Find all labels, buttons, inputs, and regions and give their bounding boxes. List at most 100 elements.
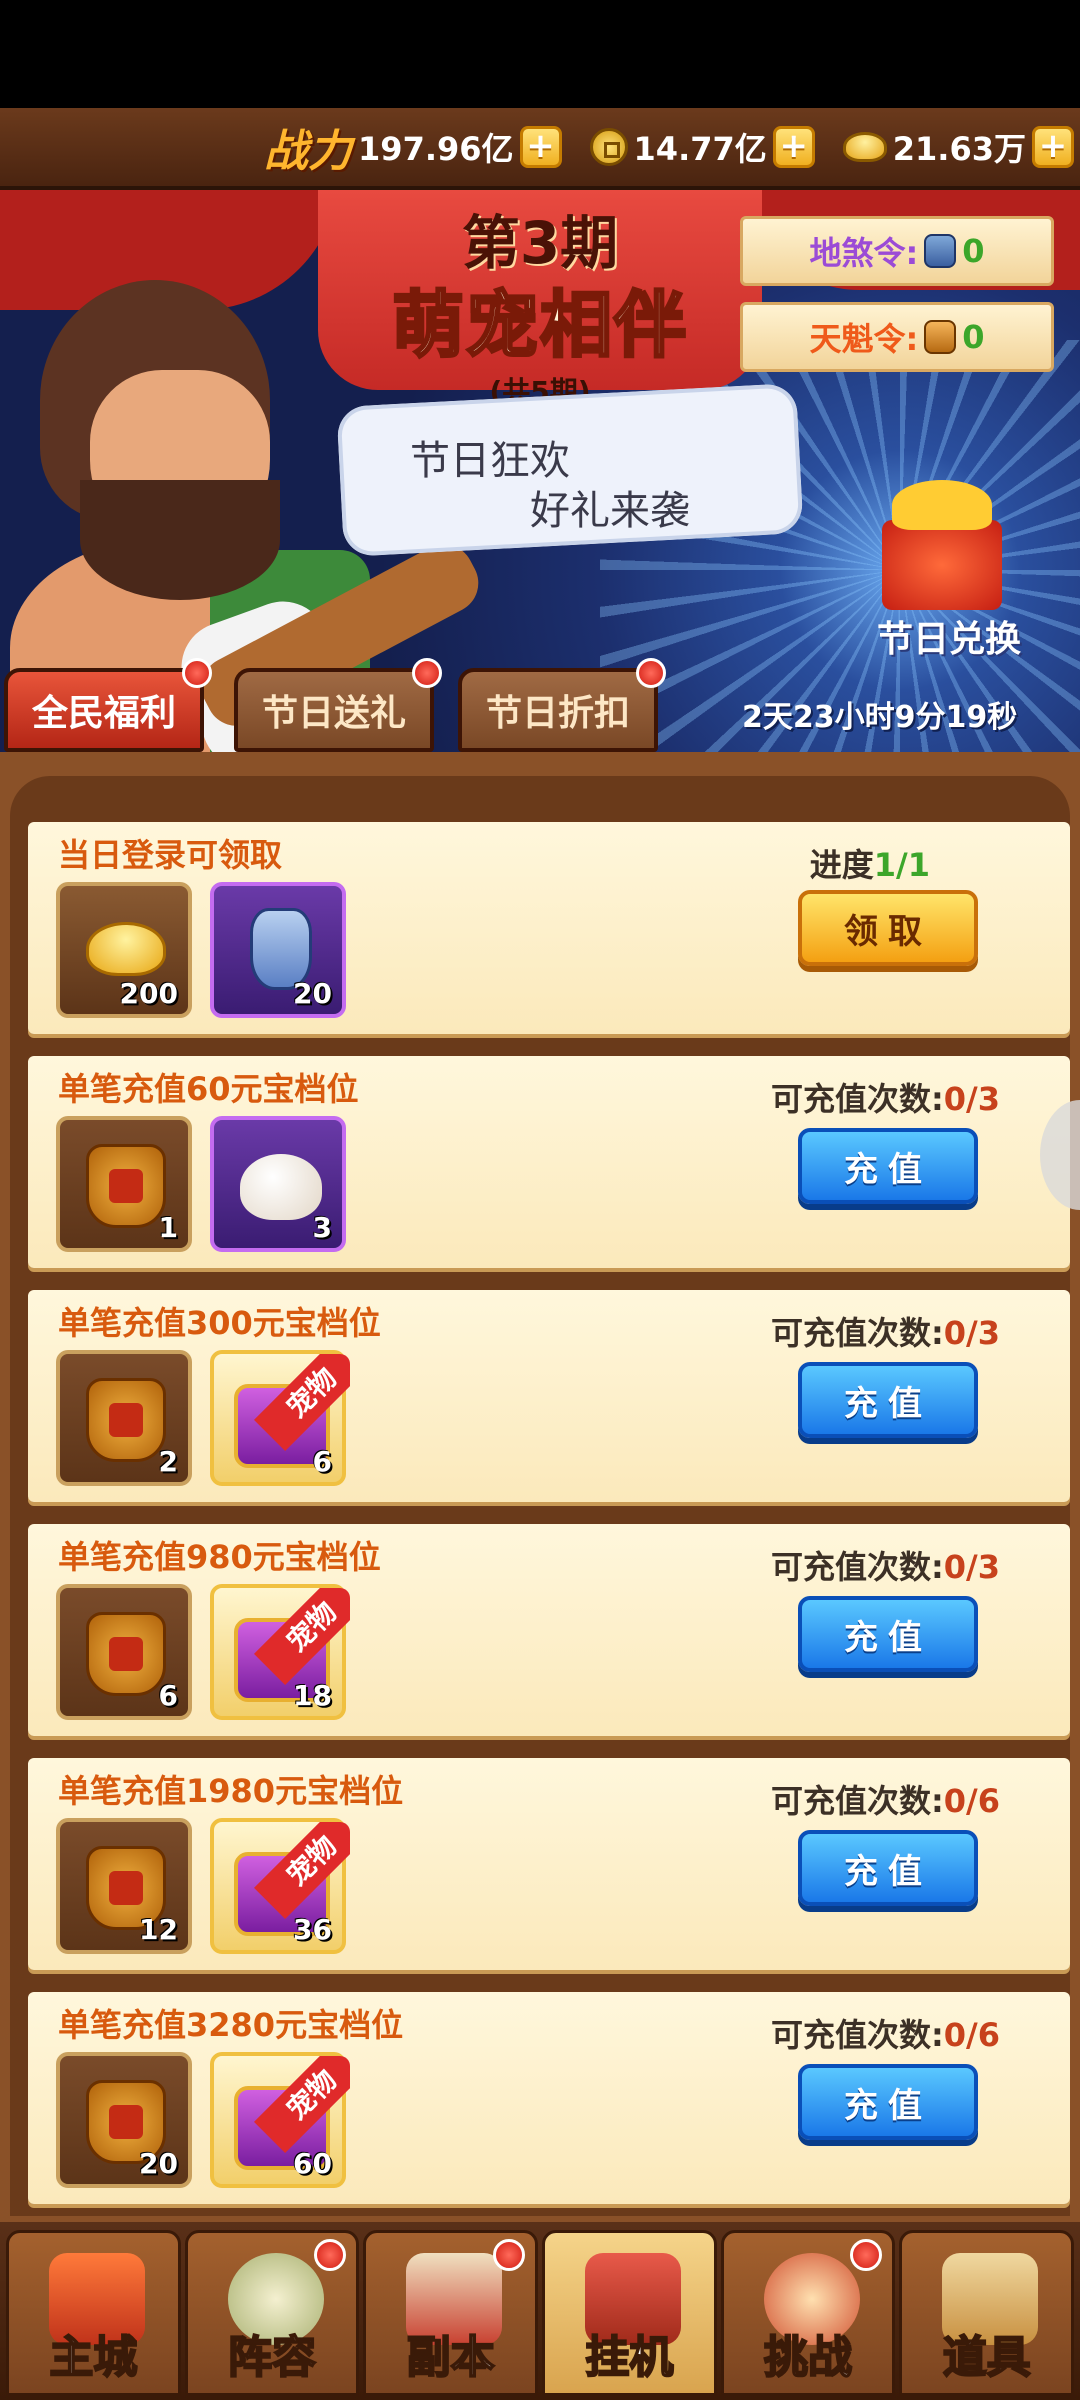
reward-item[interactable]: 12 bbox=[56, 1818, 192, 1954]
nav-lineup[interactable]: 阵容 bbox=[184, 2230, 360, 2396]
gift-box-icon[interactable] bbox=[872, 480, 1012, 610]
reward-card: 单笔充值60元宝档位 可充值次数:0/3 1 3 充值 bbox=[28, 1056, 1070, 1268]
reward-panel: 当日登录可领取 进度1/1 200 20 领取 单笔充值60元宝档位 可充值次数… bbox=[0, 752, 1080, 2222]
reward-item[interactable]: 宠物 18 bbox=[210, 1584, 350, 1720]
reward-item[interactable]: 宠物 60 bbox=[210, 2052, 350, 2188]
bottom-nav: 主城 阵容 副本 挂机 挑战 道具 bbox=[0, 2222, 1080, 2400]
power-plus-button[interactable]: + bbox=[519, 126, 562, 168]
item-count: 36 bbox=[293, 1913, 332, 1946]
reward-list[interactable]: 当日登录可领取 进度1/1 200 20 领取 单笔充值60元宝档位 可充值次数… bbox=[10, 776, 1070, 2216]
notification-dot bbox=[636, 658, 666, 688]
claim-button[interactable]: 领取 bbox=[798, 890, 978, 966]
power-value: 197.96亿 bbox=[358, 130, 514, 168]
recharge-button[interactable]: 充值 bbox=[798, 2064, 978, 2140]
recharge-button[interactable]: 充值 bbox=[798, 1830, 978, 1906]
coin-plus-button[interactable]: + bbox=[772, 126, 815, 168]
tab-discount[interactable]: 节日折扣 bbox=[458, 658, 666, 752]
festival-exchange-label[interactable]: 节日兑换 bbox=[864, 610, 1034, 662]
recharge-count-label: 可充值次数: bbox=[770, 1080, 944, 1118]
notification-dot bbox=[493, 2239, 526, 2271]
tab-label: 节日送礼 bbox=[261, 693, 406, 734]
reward-item[interactable]: 3 bbox=[210, 1116, 346, 1252]
recharge-count: 可充值次数:0/3 bbox=[771, 1074, 1000, 1120]
reward-item[interactable]: 20 bbox=[56, 2052, 192, 2188]
reward-item[interactable]: 宠物 36 bbox=[210, 1818, 350, 1954]
recharge-button[interactable]: 充值 bbox=[798, 1596, 978, 1672]
kui-token-icon bbox=[86, 1378, 166, 1462]
gold-ingot-icon bbox=[86, 922, 166, 976]
recharge-count-label: 可充值次数: bbox=[770, 1548, 944, 1586]
progress-label: 进度 bbox=[809, 846, 874, 884]
gold-value: 21.63万 bbox=[892, 130, 1026, 168]
item-count: 18 bbox=[293, 1679, 332, 1712]
recharge-count-value: 0/3 bbox=[943, 1080, 1000, 1118]
item-count: 2 bbox=[158, 1445, 178, 1478]
reward-title: 单笔充值1980元宝档位 bbox=[58, 1772, 404, 1810]
pet-ribbon: 宠物 bbox=[254, 1588, 350, 1685]
reward-item[interactable]: 2 bbox=[56, 1350, 192, 1486]
gold-ingot-icon bbox=[842, 132, 887, 162]
reward-item[interactable]: 200 bbox=[56, 882, 192, 1018]
recharge-button[interactable]: 充值 bbox=[798, 1362, 978, 1438]
reward-title: 单笔充值60元宝档位 bbox=[58, 1070, 359, 1108]
nav-label: 阵容 bbox=[227, 2331, 317, 2384]
gold-plus-button[interactable]: + bbox=[1032, 126, 1074, 168]
tab-label: 全民福利 bbox=[31, 693, 176, 734]
reward-card: 单笔充值300元宝档位 可充值次数:0/3 2 宠物 6 充值 bbox=[28, 1290, 1070, 1502]
notification-dot bbox=[314, 2239, 347, 2271]
recharge-count-label: 可充值次数: bbox=[770, 2016, 944, 2054]
nav-label: 副本 bbox=[406, 2331, 496, 2384]
earth-token-counter: 地煞令: 0 bbox=[740, 216, 1054, 286]
pet-ribbon: 宠物 bbox=[254, 1822, 350, 1919]
item-count: 60 bbox=[293, 2147, 332, 2180]
reward-card: 当日登录可领取 进度1/1 200 20 领取 bbox=[28, 822, 1070, 1034]
reward-item[interactable]: 宠物 6 bbox=[210, 1350, 350, 1486]
tab-bar: 全民福利 节日送礼 节日折扣 bbox=[0, 650, 700, 752]
nav-items[interactable]: 道具 bbox=[899, 2230, 1075, 2396]
status-bar-area bbox=[0, 0, 1080, 108]
nav-challenge[interactable]: 挑战 bbox=[720, 2230, 896, 2396]
pet-ribbon: 宠物 bbox=[254, 2056, 350, 2153]
pet-ribbon: 宠物 bbox=[254, 1354, 350, 1451]
nav-dungeon[interactable]: 副本 bbox=[363, 2230, 539, 2396]
recharge-count: 可充值次数:0/3 bbox=[771, 1542, 1000, 1588]
coin-icon bbox=[589, 128, 628, 166]
tab-label: 节日折扣 bbox=[485, 693, 630, 734]
notification-dot bbox=[412, 658, 442, 688]
reward-progress: 进度1/1 bbox=[810, 840, 930, 886]
steamed-bun-icon bbox=[240, 1154, 322, 1220]
event-countdown: 2天23小时9分19秒 bbox=[742, 700, 1018, 735]
earth-token-label: 地煞令: bbox=[809, 234, 919, 272]
reward-title: 单笔充值300元宝档位 bbox=[58, 1304, 381, 1342]
reward-card: 单笔充值3280元宝档位 可充值次数:0/6 20 宠物 60 充值 bbox=[28, 1992, 1070, 2204]
recharge-count-value: 0/3 bbox=[943, 1548, 1000, 1586]
recharge-button[interactable]: 充值 bbox=[798, 1128, 978, 1204]
item-count: 6 bbox=[158, 1679, 178, 1712]
recharge-count-label: 可充值次数: bbox=[770, 1782, 944, 1820]
kui-token-icon bbox=[86, 1612, 166, 1696]
tab-gifts[interactable]: 节日送礼 bbox=[234, 658, 442, 752]
reward-item[interactable]: 20 bbox=[210, 882, 346, 1018]
earth-token-icon bbox=[924, 234, 957, 268]
item-count: 200 bbox=[119, 977, 178, 1010]
recharge-count: 可充值次数:0/6 bbox=[771, 2010, 1000, 2056]
gold-resource: 21.63万 + bbox=[842, 124, 1074, 170]
reward-item[interactable]: 6 bbox=[56, 1584, 192, 1720]
tab-welfare[interactable]: 全民福利 bbox=[4, 658, 212, 752]
reward-card: 单笔充值980元宝档位 可充值次数:0/3 6 宠物 18 充值 bbox=[28, 1524, 1070, 1736]
reward-title: 单笔充值980元宝档位 bbox=[58, 1538, 381, 1576]
power-label: 战力 bbox=[264, 126, 353, 177]
recharge-count-label: 可充值次数: bbox=[770, 1314, 944, 1352]
nav-idle[interactable]: 挂机 bbox=[542, 2230, 717, 2396]
item-count: 20 bbox=[139, 2147, 178, 2180]
notification-dot bbox=[850, 2239, 883, 2271]
nav-main-city[interactable]: 主城 bbox=[6, 2230, 181, 2396]
heaven-token-counter: 天魁令: 0 bbox=[740, 302, 1054, 372]
recharge-count: 可充值次数:0/6 bbox=[771, 1776, 1000, 1822]
reward-title: 单笔充值3280元宝档位 bbox=[58, 2006, 404, 2044]
combat-power: 战力 197.96亿 + bbox=[264, 115, 576, 179]
reward-item[interactable]: 1 bbox=[56, 1116, 192, 1252]
item-count: 20 bbox=[293, 977, 332, 1010]
heaven-token-label: 天魁令: bbox=[809, 320, 919, 358]
item-count: 3 bbox=[312, 1211, 332, 1244]
